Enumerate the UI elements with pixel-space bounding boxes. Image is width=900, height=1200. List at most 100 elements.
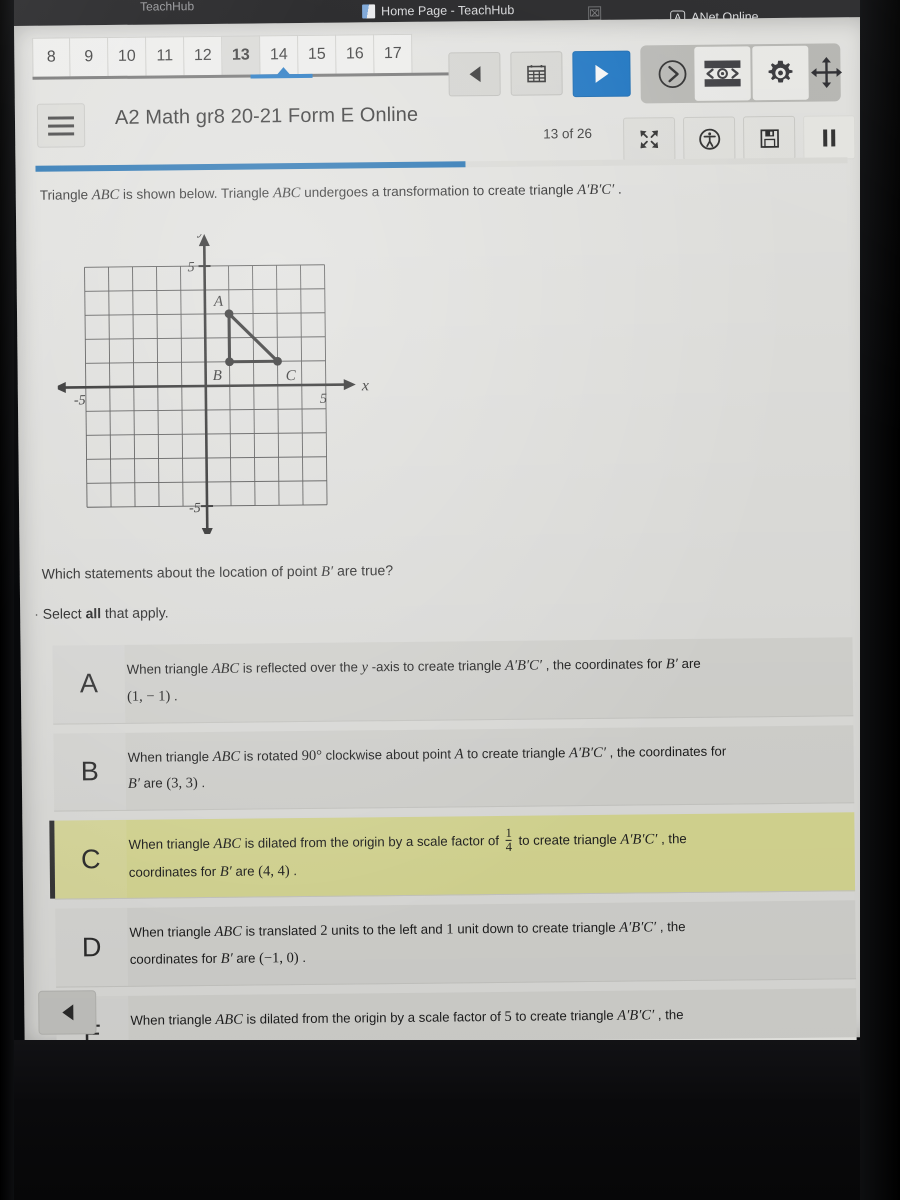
device-bezel-right [860, 0, 900, 1200]
previous-question-button[interactable] [448, 51, 501, 97]
question-tab-10[interactable]: 10 [108, 36, 147, 78]
settings-gear-icon [768, 60, 793, 83]
math-number: (1, − 1) [126, 688, 171, 705]
browser-tab-teachhub[interactable]: TeachHub [140, 0, 194, 21]
question-prompt: Which statements about the location of p… [42, 562, 394, 584]
progress-bar-fill [35, 161, 466, 172]
pause-button[interactable] [802, 115, 856, 160]
move-pan-button[interactable] [798, 45, 855, 100]
question-tab-17[interactable]: 17 [374, 33, 413, 75]
menu-button[interactable] [36, 103, 86, 148]
question-tab-15[interactable]: 15 [298, 34, 337, 76]
device-bezel-left [0, 0, 14, 1200]
stem-abc: ABC [272, 185, 301, 202]
device-bezel-bottom [0, 1040, 900, 1200]
y-tick-label: 5 [187, 260, 194, 275]
option-text-run: clockwise about point [321, 746, 455, 763]
x-tick-label: 5 [320, 392, 327, 407]
tool-group [640, 43, 843, 104]
stem-text: Triangle [39, 187, 92, 203]
hamburger-icon [48, 131, 75, 136]
option-text-run: to create triangle [463, 744, 570, 761]
accessibility-button[interactable] [682, 116, 736, 161]
question-tab-12[interactable]: 12 [184, 35, 223, 77]
close-icon[interactable]: ⌧ [588, 6, 602, 21]
select-bold: all [85, 605, 102, 622]
math-number: (4, 4) [258, 862, 290, 879]
option-letter: B [53, 732, 127, 811]
math-number: 90° [301, 747, 323, 764]
answer-option-c[interactable]: C When triangle ABC is dilated from the o… [54, 812, 856, 900]
page-title: A2 Math gr8 20-21 Form E Online [114, 103, 419, 129]
line-reader-button[interactable] [694, 46, 751, 101]
option-text-run: . [197, 775, 206, 791]
math-number: (3, 3) [166, 775, 198, 792]
math-italic: B′ [219, 863, 232, 880]
question-counter: 13 of 26 [543, 125, 593, 142]
option-text-run: is reflected over the [239, 659, 362, 676]
option-text-run: , the [656, 919, 686, 935]
pause-icon [823, 128, 836, 147]
option-text-run: to create triangle [514, 832, 621, 849]
answer-option-a[interactable]: A When triangle ABC is reflected over the… [52, 637, 854, 725]
page-icon [362, 4, 376, 19]
tab-title: TeachHub [140, 0, 195, 14]
hamburger-icon [47, 115, 74, 120]
option-text-run: are [139, 775, 167, 792]
option-text-run: unit down to create triangle [453, 920, 620, 937]
vertex-label-A: A [213, 294, 224, 310]
question-tab-13[interactable]: 13 [222, 35, 261, 76]
stem-text: is shown below. Triangle [119, 185, 274, 202]
answer-option-b[interactable]: B When triangle ABC is rotated 90° clockw… [53, 724, 855, 812]
option-text-run: is rotated [239, 747, 302, 764]
option-letter: C [54, 820, 128, 899]
chevron-right-circle-icon [658, 60, 687, 89]
option-text-run: to create triangle [511, 1007, 618, 1024]
option-text-run: When triangle [129, 924, 215, 941]
next-question-button[interactable] [572, 50, 631, 98]
math-italic: ABC [212, 748, 241, 765]
progress-bar [35, 157, 848, 172]
fullscreen-expand-icon [640, 130, 659, 149]
option-text-run: . [289, 862, 298, 878]
option-text-run: coordinates for [129, 951, 221, 967]
x-axis-label: x [361, 377, 369, 394]
triangle-left-icon [61, 1004, 73, 1021]
hamburger-icon [48, 123, 75, 128]
chevron-right-circle-button[interactable] [644, 47, 701, 102]
triangle-edge-BC [227, 359, 280, 364]
option-text-run: is dilated from the origin by a scale fa… [242, 1008, 505, 1027]
calculator-button[interactable] [510, 51, 563, 96]
option-text-run: units to the left and [327, 921, 447, 939]
stem-abc-prime: A′B′C′ [577, 181, 615, 199]
math-italic: ABC [215, 1011, 243, 1028]
answer-option-d[interactable]: D When triangle ABC is translated 2 units… [55, 900, 857, 988]
question-tab-16[interactable]: 16 [336, 34, 375, 75]
answer-options-list: A When triangle ABC is reflected over the… [52, 637, 857, 1084]
option-text-run: When triangle [128, 836, 214, 853]
coordinate-plane-svg: -5 5 5 -5 x y A B C [53, 221, 369, 541]
prompt-bprime: B′ [321, 563, 334, 580]
test-application: 8 9 10 11 12 13 14 15 16 17 A2 Math gr8 … [14, 17, 881, 1076]
tab-title: Home Page - TeachHub [381, 3, 515, 19]
question-tab-9[interactable]: 9 [70, 37, 109, 78]
option-text-run: When triangle [126, 660, 212, 677]
fullscreen-button[interactable] [622, 117, 676, 162]
question-tab-8[interactable]: 8 [32, 37, 71, 78]
option-text-run: is dilated from the origin by a scale fa… [240, 833, 503, 852]
back-button[interactable] [38, 990, 97, 1035]
question-tab-11[interactable]: 11 [146, 36, 185, 77]
option-text: When triangle ABC is rotated 90° clockwi… [125, 725, 854, 810]
vertex-label-B: B [213, 368, 222, 384]
option-text-run: , the coordinates for [605, 743, 727, 760]
stem-text: undergoes a transformation to create tri… [300, 182, 578, 201]
calculator-icon [527, 64, 546, 83]
accessibility-icon [698, 128, 720, 150]
option-text-run: . [170, 688, 178, 704]
prompt-text: are true? [333, 562, 394, 579]
save-button[interactable] [742, 115, 796, 161]
option-text-run: are [231, 862, 259, 879]
option-text: When triangle ABC is reflected over the … [124, 637, 853, 722]
math-italic: B′ [665, 656, 678, 673]
option-text-run: When triangle [130, 1011, 216, 1028]
